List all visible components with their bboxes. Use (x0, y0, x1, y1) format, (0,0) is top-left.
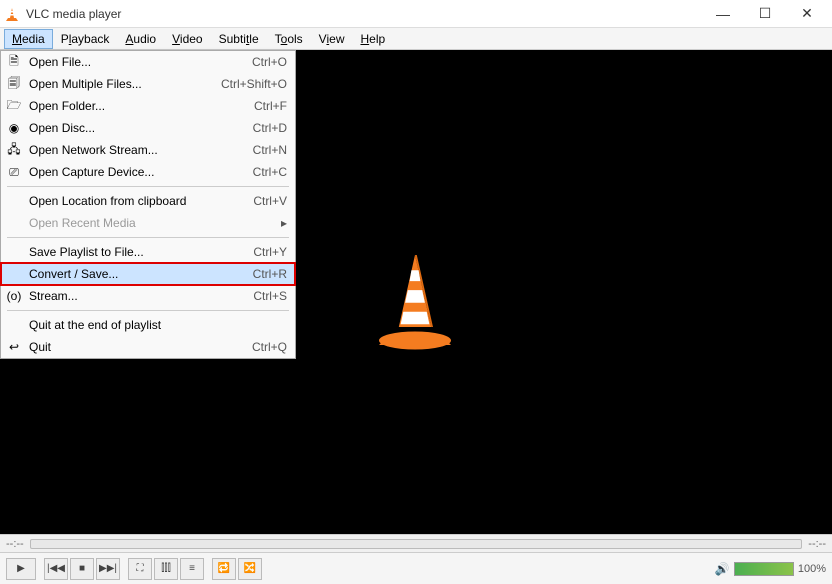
menu-item-shortcut: Ctrl+N (253, 143, 287, 157)
menu-item-shortcut: Ctrl+R (253, 267, 287, 281)
video-area: 🗎 Open File...Ctrl+O 🗐 Open Multiple Files.… (0, 50, 832, 534)
menu-item-shortcut: Ctrl+C (253, 165, 287, 179)
time-total: --:-- (808, 538, 826, 550)
menu-item-stream[interactable]: (o) Stream...Ctrl+S (1, 285, 295, 307)
folder-icon: 🗁 (5, 98, 23, 114)
window-controls: — ☐ ✕ (702, 3, 828, 25)
menu-item-label: Convert / Save... (29, 267, 253, 281)
vlc-cone-icon (4, 6, 20, 22)
menu-item-shortcut: Ctrl+F (254, 99, 287, 113)
menu-audio[interactable]: Audio (117, 29, 164, 49)
menu-item-shortcut: Ctrl+O (252, 55, 287, 69)
menu-playback[interactable]: Playback (53, 29, 118, 49)
menu-item-convert-save[interactable]: Convert / Save...Ctrl+R (1, 263, 295, 285)
menu-item-open-folder[interactable]: 🗁 Open Folder...Ctrl+F (1, 95, 295, 117)
menu-item-open-file[interactable]: 🗎 Open File...Ctrl+O (1, 51, 295, 73)
volume-percent: 100% (798, 563, 826, 575)
menu-item-label: Quit at the end of playlist (29, 318, 287, 332)
menu-item-shortcut: Ctrl+Shift+O (221, 77, 287, 91)
menu-item-label: Quit (29, 340, 252, 354)
menu-item-label: Open Folder... (29, 99, 254, 113)
blank-icon (5, 317, 23, 333)
menu-separator (7, 237, 289, 238)
blank-icon (5, 193, 23, 209)
next-button[interactable]: ▶▶| (96, 558, 120, 580)
fullscreen-button[interactable]: ⛶ (128, 558, 152, 580)
menu-item-label: Open Network Stream... (29, 143, 253, 157)
menu-item-shortcut: Ctrl+D (253, 121, 287, 135)
menu-item-open-multiple-files[interactable]: 🗐 Open Multiple Files...Ctrl+Shift+O (1, 73, 295, 95)
shuffle-button[interactable]: 🔀 (238, 558, 262, 580)
menu-subtitle[interactable]: Subtitle (211, 29, 267, 49)
menu-separator (7, 310, 289, 311)
menubar: Media Playback Audio Video Subtitle Tool… (0, 28, 832, 50)
media-menu-dropdown: 🗎 Open File...Ctrl+O 🗐 Open Multiple Files.… (0, 50, 296, 359)
menu-help[interactable]: Help (352, 29, 393, 49)
blank-icon (5, 215, 23, 231)
menu-item-label: Open Multiple Files... (29, 77, 221, 91)
menu-item-shortcut: Ctrl+V (253, 194, 287, 208)
volume-area: 🔊 100% (715, 562, 826, 576)
menu-item-open-network-stream[interactable]: 🖧 Open Network Stream...Ctrl+N (1, 139, 295, 161)
menu-video[interactable]: Video (164, 29, 210, 49)
menu-item-label: Open Recent Media (29, 216, 275, 230)
menu-tools[interactable]: Tools (267, 29, 311, 49)
menu-item-shortcut: Ctrl+S (253, 289, 287, 303)
network-icon: 🖧 (5, 142, 23, 158)
menu-view[interactable]: View (311, 29, 353, 49)
menu-item-quit[interactable]: ↩ QuitCtrl+Q (1, 336, 295, 358)
menu-item-save-playlist-to-file[interactable]: Save Playlist to File...Ctrl+Y (1, 241, 295, 263)
files-icon: 🗐 (5, 76, 23, 92)
close-button[interactable]: ✕ (786, 3, 828, 25)
menu-item-label: Open Capture Device... (29, 165, 253, 179)
blank-icon (5, 266, 23, 282)
menu-item-open-capture-device[interactable]: ⎚ Open Capture Device...Ctrl+C (1, 161, 295, 183)
menu-item-label: Open File... (29, 55, 252, 69)
menu-item-quit-at-the-end-of-playlist[interactable]: Quit at the end of playlist (1, 314, 295, 336)
mute-icon[interactable]: 🔊 (715, 562, 730, 576)
menu-item-open-location-from-clipboard[interactable]: Open Location from clipboardCtrl+V (1, 190, 295, 212)
submenu-arrow-icon: ▸ (281, 216, 287, 230)
control-bar: ▶ |◀◀ ■ ▶▶| ⛶ ⫿⫿⫿ ≡ 🔁 🔀 🔊 100% (0, 552, 832, 584)
blank-icon (5, 244, 23, 260)
seek-slider[interactable] (30, 539, 803, 549)
menu-item-open-disc[interactable]: ◉ Open Disc...Ctrl+D (1, 117, 295, 139)
loop-button[interactable]: 🔁 (212, 558, 236, 580)
menu-media[interactable]: Media (4, 29, 53, 49)
menu-item-label: Open Location from clipboard (29, 194, 253, 208)
statusbar: --:-- --:-- (0, 534, 832, 552)
menu-separator (7, 186, 289, 187)
file-icon: 🗎 (5, 54, 23, 70)
maximize-button[interactable]: ☐ (744, 3, 786, 25)
stream-icon: (o) (5, 288, 23, 304)
volume-slider[interactable] (734, 562, 794, 576)
time-elapsed: --:-- (6, 538, 24, 550)
disc-icon: ◉ (5, 120, 23, 136)
stop-button[interactable]: ■ (70, 558, 94, 580)
ext-settings-button[interactable]: ⫿⫿⫿ (154, 558, 178, 580)
vlc-logo-icon (370, 250, 460, 350)
playlist-button[interactable]: ≡ (180, 558, 204, 580)
menu-item-label: Stream... (29, 289, 253, 303)
menu-item-label: Open Disc... (29, 121, 253, 135)
menu-item-shortcut: Ctrl+Y (253, 245, 287, 259)
quit-icon: ↩ (5, 339, 23, 355)
prev-button[interactable]: |◀◀ (44, 558, 68, 580)
menu-item-open-recent-media: Open Recent Media ▸ (1, 212, 295, 234)
menu-item-shortcut: Ctrl+Q (252, 340, 287, 354)
window-title: VLC media player (26, 7, 702, 21)
play-button[interactable]: ▶ (6, 558, 36, 580)
menu-item-label: Save Playlist to File... (29, 245, 253, 259)
titlebar: VLC media player — ☐ ✕ (0, 0, 832, 28)
capture-icon: ⎚ (5, 164, 23, 180)
minimize-button[interactable]: — (702, 3, 744, 25)
